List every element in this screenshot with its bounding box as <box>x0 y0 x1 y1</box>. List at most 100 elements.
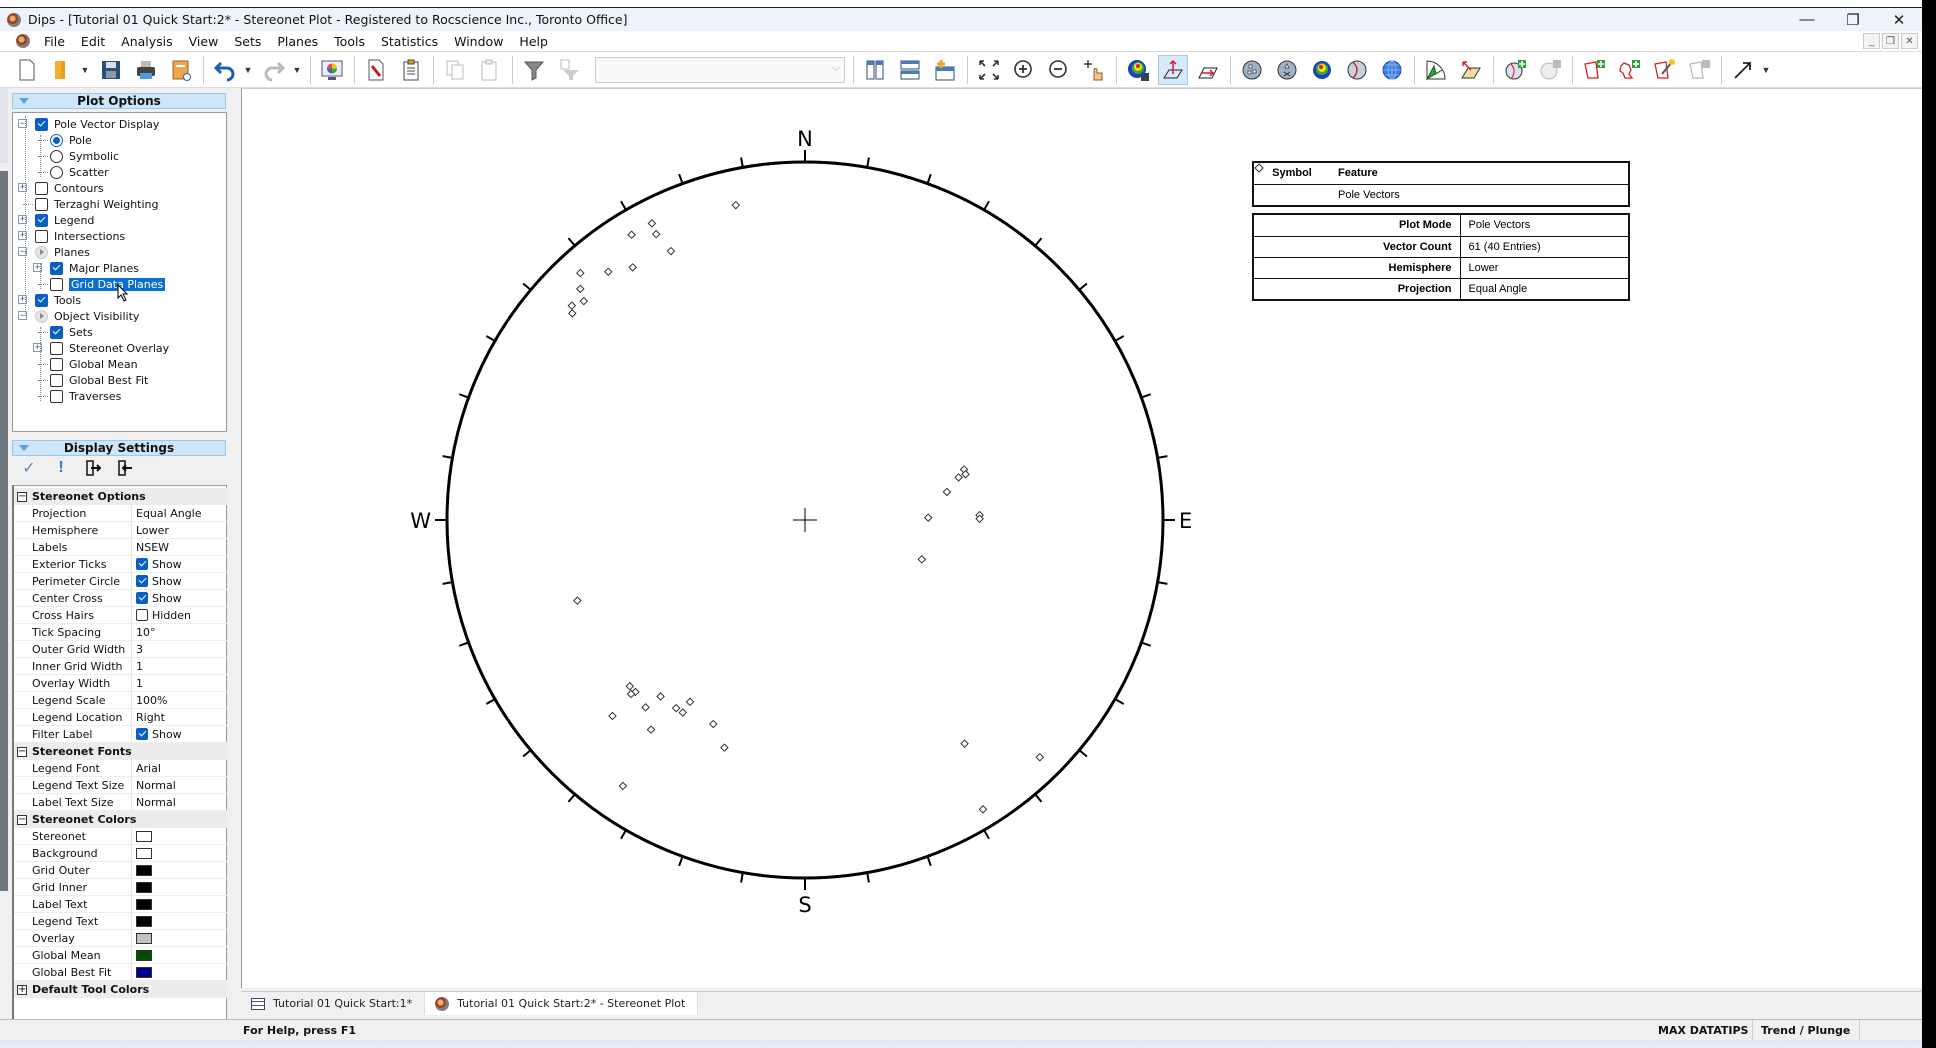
property-value[interactable]: Normal <box>132 777 227 794</box>
filter-button[interactable] <box>519 55 549 85</box>
color-swatch[interactable] <box>136 864 152 876</box>
property-center-cross[interactable]: Center Cross Show <box>14 590 227 607</box>
symbolic-radio[interactable] <box>50 149 63 163</box>
undo-dropdown[interactable]: ▼ <box>241 55 255 85</box>
panel-splitter[interactable] <box>234 500 238 630</box>
add-curved-window-button[interactable] <box>1579 55 1609 85</box>
property-value[interactable] <box>132 964 227 981</box>
edit-data-button[interactable] <box>361 55 391 85</box>
menu-file[interactable]: File <box>36 34 73 49</box>
rosette-button[interactable] <box>1421 55 1451 85</box>
collapse-icon[interactable]: − <box>17 815 27 825</box>
expand-icon[interactable]: + <box>17 985 27 995</box>
terzaghi-weighting-checkbox[interactable] <box>35 197 48 211</box>
property-overlay-width[interactable]: Overlay Width 1 <box>14 675 227 692</box>
pole-plot-button[interactable] <box>1237 55 1267 85</box>
property-projection[interactable]: Projection Equal Angle <box>14 505 227 522</box>
tree-item-object-visibility[interactable]: Object Visibility <box>35 308 139 324</box>
property-background[interactable]: Background <box>14 845 227 862</box>
mdi-close-button[interactable]: ✕ <box>1901 33 1918 49</box>
open-file-button[interactable] <box>47 55 77 85</box>
tree-item-major-planes[interactable]: Major Planes <box>50 260 139 276</box>
property-hemisphere[interactable]: Hemisphere Lower <box>14 522 227 539</box>
tile-horizontal-button[interactable] <box>895 55 925 85</box>
collapse-icon[interactable]: − <box>17 747 27 757</box>
property-value[interactable] <box>132 828 227 845</box>
global-mean-checkbox[interactable] <box>50 357 63 371</box>
color-swatch[interactable] <box>136 830 152 842</box>
tree-item-legend[interactable]: Legend <box>35 212 94 228</box>
tree-item-grid-data-planes[interactable]: Grid Data Planes <box>50 276 166 292</box>
property-value[interactable] <box>132 845 227 862</box>
tree-item-traverses[interactable]: Traverses <box>50 388 121 404</box>
property-value[interactable] <box>132 913 227 930</box>
tree-item-pole-vector-display[interactable]: Pole Vector Display <box>35 116 159 132</box>
tile-vertical-button[interactable] <box>860 55 890 85</box>
color-swatch[interactable] <box>136 915 152 927</box>
zoom-in-button[interactable] <box>1009 55 1039 85</box>
tree-item-intersections[interactable]: Intersections <box>35 228 125 244</box>
scatter-radio[interactable] <box>50 165 63 179</box>
export-settings-button[interactable] <box>82 457 104 479</box>
apply-button[interactable]: ✓ <box>18 457 40 479</box>
stereonet-colors-button[interactable] <box>317 55 347 85</box>
property-value[interactable]: Show <box>132 726 227 743</box>
color-swatch[interactable] <box>136 966 152 978</box>
tab-tutorial-quick-start-1[interactable]: Tutorial 01 Quick Start:1* <box>241 992 424 1015</box>
contours-checkbox[interactable] <box>35 181 48 195</box>
legend-checkbox[interactable] <box>35 213 48 227</box>
tree-item-terzaghi-weighting[interactable]: Terzaghi Weighting <box>35 196 159 212</box>
edit-windows-button[interactable] <box>1684 55 1714 85</box>
mdi-minimize-button[interactable]: _ <box>1863 33 1880 49</box>
new-file-button[interactable] <box>12 55 42 85</box>
property-legend-text-size[interactable]: Legend Text Size Normal <box>14 777 227 794</box>
contour-colors-button[interactable] <box>1307 55 1337 85</box>
plot-options-header[interactable]: Plot Options <box>12 93 226 109</box>
tree-item-tools[interactable]: Tools <box>35 292 81 308</box>
stereonet-plot[interactable]: N S E W <box>242 89 1923 989</box>
traverses-checkbox[interactable] <box>50 389 63 403</box>
arrow-tool-button[interactable] <box>1728 55 1758 85</box>
property-value[interactable] <box>132 930 227 947</box>
property-value[interactable]: 100% <box>132 692 227 709</box>
category-stereonet-fonts[interactable]: − Stereonet Fonts <box>14 743 227 760</box>
display-settings-header[interactable]: Display Settings <box>12 440 226 456</box>
menu-edit[interactable]: Edit <box>73 34 113 49</box>
minimize-button[interactable]: — <box>1784 8 1830 31</box>
property-tick-spacing[interactable]: Tick Spacing 10° <box>14 624 227 641</box>
property-label-text[interactable]: Label Text <box>14 896 227 913</box>
save-button[interactable] <box>96 55 126 85</box>
property-value[interactable]: NSEW <box>132 539 227 556</box>
exterior-ticks-checkbox[interactable] <box>136 558 148 570</box>
property-legend-location[interactable]: Legend Location Right <box>14 709 227 726</box>
property-grid-outer[interactable]: Grid Outer <box>14 862 227 879</box>
tree-item-symbolic[interactable]: Symbolic <box>50 148 119 164</box>
property-stereonet[interactable]: Stereonet <box>14 828 227 845</box>
paste-button[interactable] <box>475 55 505 85</box>
tree-item-global-mean[interactable]: Global Mean <box>50 356 138 372</box>
collapse-icon[interactable]: − <box>17 492 27 502</box>
property-value[interactable]: Show <box>132 573 227 590</box>
category-stereonet-colors[interactable]: − Stereonet Colors <box>14 811 227 828</box>
pole-plane-button[interactable] <box>1193 55 1223 85</box>
pole-radio[interactable] <box>50 133 63 147</box>
property-value[interactable] <box>132 879 227 896</box>
property-exterior-ticks[interactable]: Exterior Ticks Show <box>14 556 227 573</box>
property-value[interactable]: Arial <box>132 760 227 777</box>
tools-checkbox[interactable] <box>35 293 48 307</box>
property-label-text-size[interactable]: Label Text Size Normal <box>14 794 227 811</box>
menu-planes[interactable]: Planes <box>269 34 326 49</box>
sets-checkbox[interactable] <box>50 325 63 339</box>
color-swatch[interactable] <box>136 898 152 910</box>
property-value[interactable] <box>132 896 227 913</box>
color-swatch[interactable] <box>136 932 152 944</box>
menu-analysis[interactable]: Analysis <box>113 34 181 49</box>
menu-sets[interactable]: Sets <box>226 34 269 49</box>
property-global-mean[interactable]: Global Mean <box>14 947 227 964</box>
property-grid-inner[interactable]: Grid Inner <box>14 879 227 896</box>
perimeter-circle-checkbox[interactable] <box>136 575 148 587</box>
new-window-button[interactable] <box>930 55 960 85</box>
zoom-out-button[interactable] <box>1044 55 1074 85</box>
scatter-plot-button[interactable] <box>1272 55 1302 85</box>
filter-options-button[interactable] <box>554 55 584 85</box>
